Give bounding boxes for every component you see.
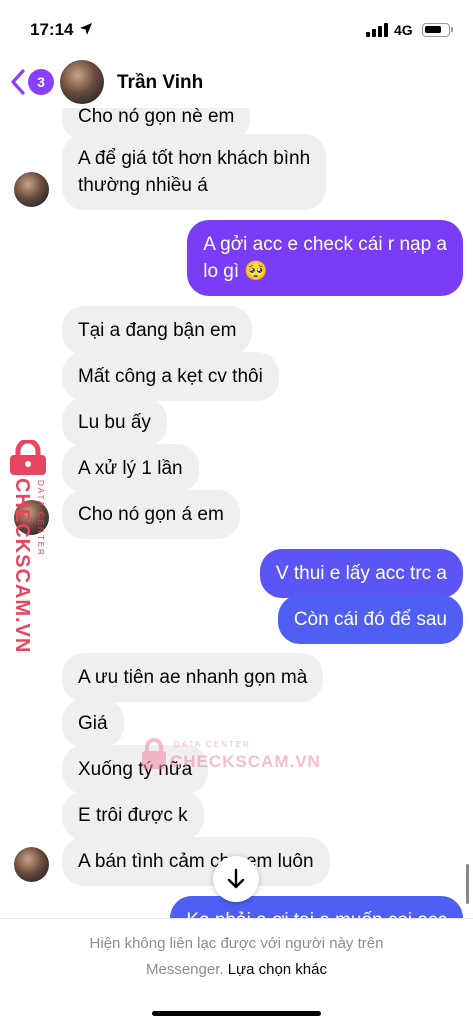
unread-count-badge: 3 <box>28 69 54 95</box>
watermark-text: CHECKSCAM.VN <box>170 752 321 771</box>
message-outgoing[interactable]: A gởi acc e check cái r nạp a lo gì 🥺 <box>187 220 463 296</box>
back-button[interactable]: 3 <box>8 68 54 96</box>
message-incoming[interactable]: E trôi được k <box>62 791 204 840</box>
contact-avatar[interactable] <box>14 172 49 207</box>
watermark-side: CHECKSCAM.VN DATA CENTER <box>6 440 50 653</box>
message-outgoing[interactable]: V thui e lấy acc trc a <box>259 549 463 598</box>
watermark-subtext: DATA CENTER <box>36 480 45 557</box>
watermark-center: DATA CENTER CHECKSCAM.VN <box>140 734 320 780</box>
watermark-text: CHECKSCAM.VN <box>11 478 33 654</box>
message-incoming[interactable]: A bán tình cảm cho em luôn <box>62 837 330 886</box>
message-incoming[interactable]: Tại a đang bận em <box>62 306 253 355</box>
message-incoming[interactable]: Giá <box>62 699 124 748</box>
lock-icon <box>142 738 166 769</box>
contact-avatar[interactable] <box>60 60 104 104</box>
scroll-to-bottom-button[interactable] <box>213 856 259 902</box>
lock-icon <box>10 440 46 475</box>
message-incoming[interactable]: Lu bu ấy <box>62 398 167 447</box>
other-options-link[interactable]: Lựa chọn khác <box>228 961 327 978</box>
chevron-left-icon <box>11 69 25 95</box>
watermark-subtext: DATA CENTER <box>174 740 251 749</box>
scrollbar[interactable] <box>466 864 469 904</box>
contact-name[interactable]: Trần Vinh <box>117 72 203 94</box>
notice-line-2: Messenger. <box>146 961 224 978</box>
message-incoming[interactable]: Mất công a kẹt cv thôi <box>62 352 279 401</box>
message-incoming[interactable]: A xử lý 1 lần <box>62 444 199 493</box>
home-indicator[interactable] <box>152 1011 321 1016</box>
message-list[interactable]: Cho nó gọn nè em A để giá tốt hơn khách … <box>0 0 473 920</box>
message-incoming[interactable]: A để giá tốt hơn khách bình thường nhiều… <box>62 134 327 210</box>
message-outgoing[interactable]: Ko phải a ơi tại e muốn coi acc <box>170 896 463 920</box>
notice-line-1: Hiện không liên lạc được với người này t… <box>89 935 384 952</box>
composer-disabled-notice: Hiện không liên lạc được với người này t… <box>0 918 473 1024</box>
contact-avatar[interactable] <box>14 847 49 882</box>
arrow-down-icon <box>227 868 245 889</box>
message-incoming[interactable]: A ưu tiên ae nhanh gọn mà <box>62 653 324 702</box>
chat-header: 3 Trần Vinh <box>0 56 473 108</box>
notice-text: Hiện không liên lạc được với người này t… <box>0 931 473 983</box>
message-incoming[interactable]: Cho nó gọn á em <box>62 490 240 539</box>
message-outgoing[interactable]: Còn cái đó để sau <box>277 595 463 644</box>
